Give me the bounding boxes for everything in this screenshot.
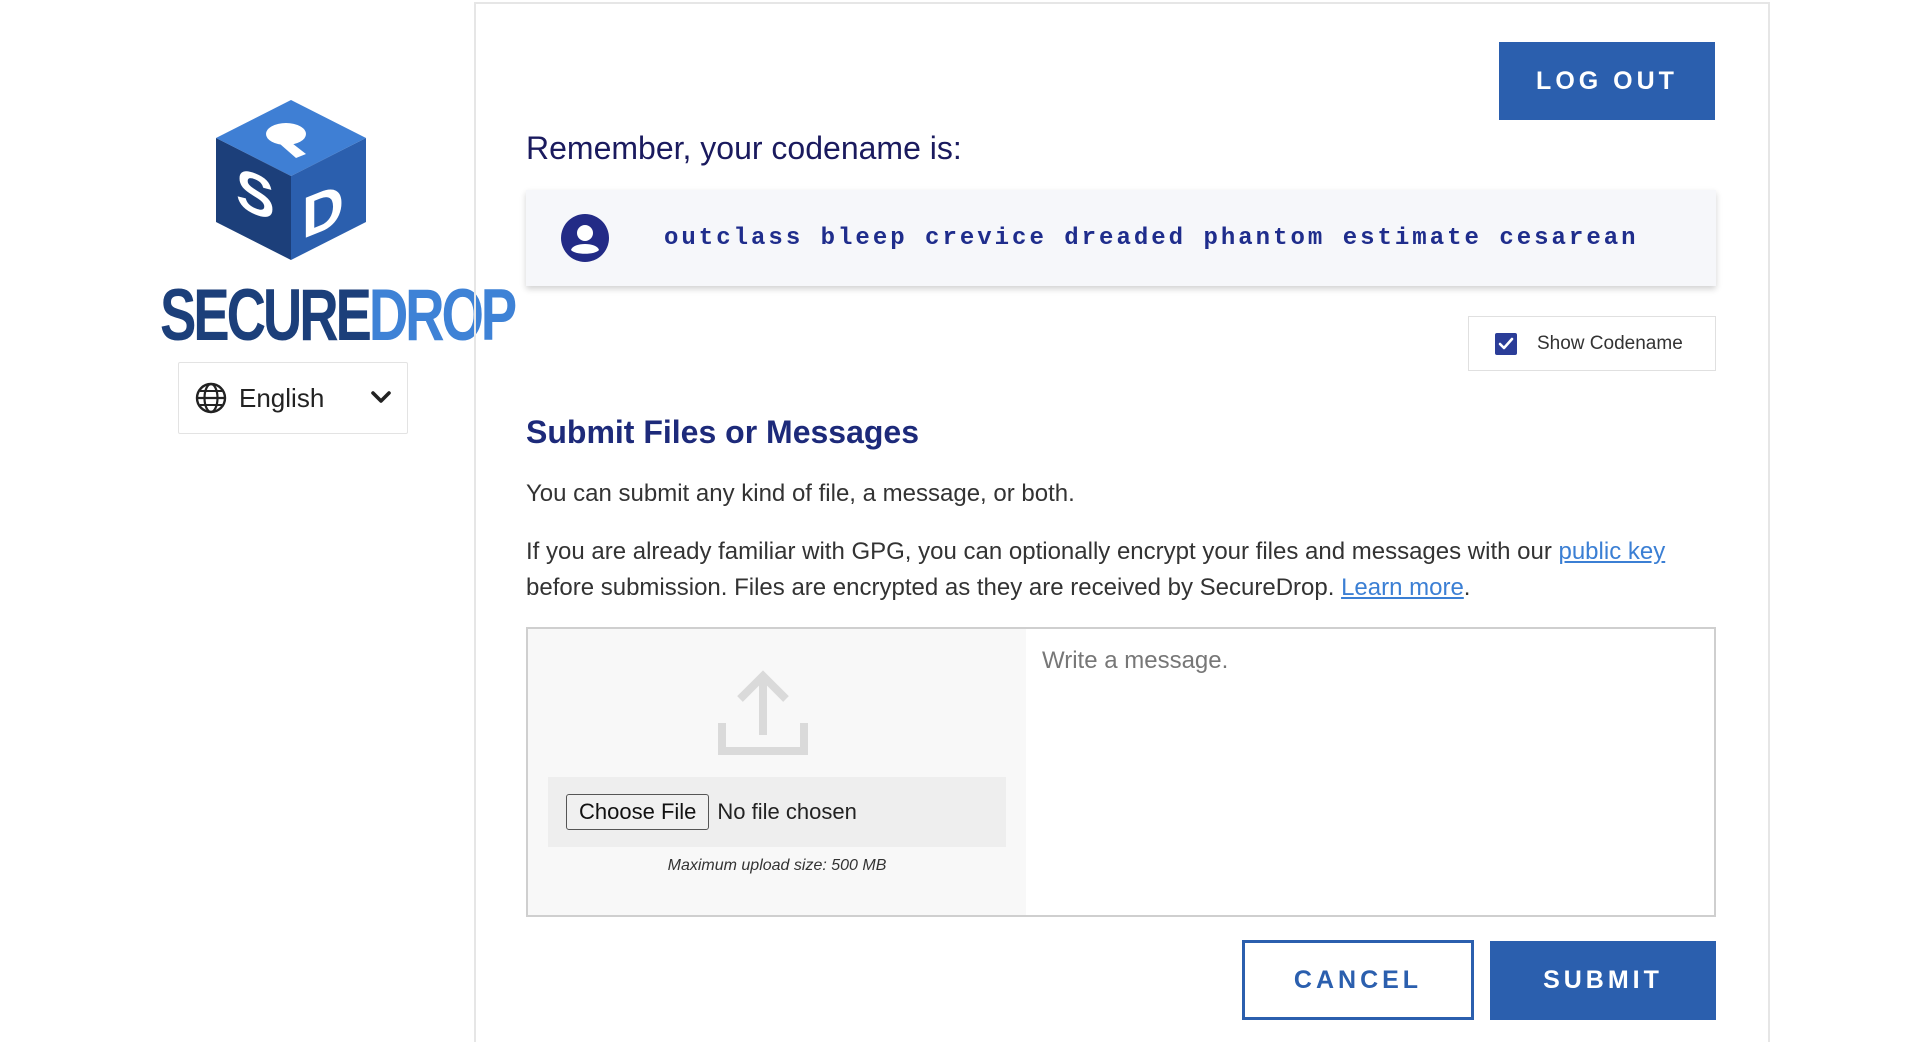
upload-icon: [718, 670, 808, 755]
gpg-text-1: If you are already familiar with GPG, yo…: [526, 538, 1559, 565]
submission-form: Choose File No file chosen Maximum uploa…: [526, 627, 1716, 917]
gpg-paragraph: If you are already familiar with GPG, yo…: [526, 534, 1726, 606]
show-codename-checkbox[interactable]: [1495, 332, 1517, 355]
securedrop-logo: S D SECUREDROP: [160, 96, 517, 352]
learn-more-link[interactable]: Learn more: [1341, 574, 1464, 601]
logout-button[interactable]: LOG OUT: [1499, 42, 1715, 120]
show-codename-toggle[interactable]: Show Codename: [1468, 316, 1716, 371]
public-key-link[interactable]: public key: [1558, 538, 1665, 565]
show-codename-label: Show Codename: [1537, 332, 1683, 354]
file-input[interactable]: Choose File No file chosen: [548, 777, 1006, 847]
file-upload-panel: Choose File No file chosen Maximum uploa…: [528, 629, 1026, 915]
codename-value: outclass bleep crevice dreaded phantom e…: [664, 224, 1639, 252]
no-file-text: No file chosen: [717, 799, 857, 824]
gpg-text-3: .: [1463, 574, 1471, 601]
cancel-button[interactable]: CANCEL: [1242, 940, 1474, 1020]
max-upload-text: Maximum upload size: 500 MB: [667, 857, 887, 874]
choose-file-button[interactable]: Choose File: [566, 794, 710, 830]
user-icon: [561, 214, 609, 262]
message-textarea[interactable]: [1026, 629, 1714, 915]
logo-wordmark: SECUREDROP: [160, 273, 517, 356]
language-selector[interactable]: English: [178, 362, 408, 434]
checkmark-icon: [1498, 337, 1514, 349]
logo-cube-icon: S D: [216, 100, 366, 260]
gpg-text-2: before submission. Files are encrypted a…: [526, 574, 1342, 601]
globe-icon: [195, 382, 227, 414]
codename-box: outclass bleep crevice dreaded phantom e…: [526, 190, 1716, 286]
language-label: English: [239, 382, 325, 413]
intro-text: You can submit any kind of file, a messa…: [526, 480, 1075, 507]
codename-heading: Remember, your codename is:: [526, 130, 962, 166]
submit-button[interactable]: SUBMIT: [1490, 941, 1716, 1020]
chevron-down-icon: [371, 391, 391, 403]
section-title: Submit Files or Messages: [526, 414, 920, 450]
